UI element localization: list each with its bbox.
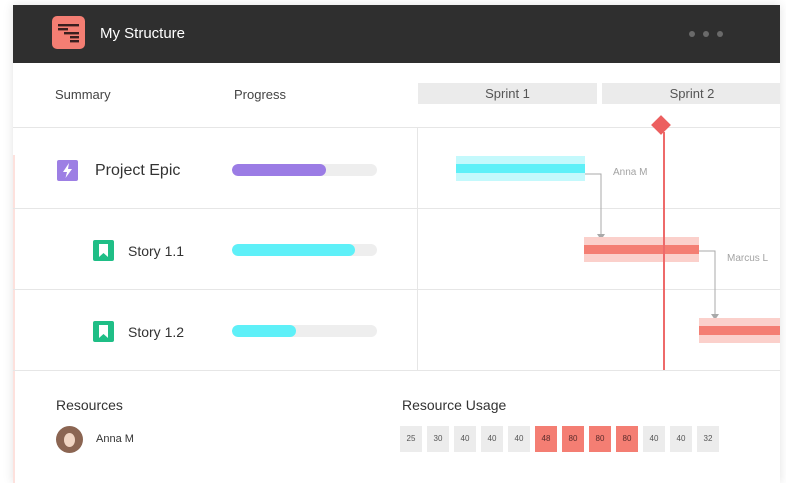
usage-cell: 80 bbox=[589, 426, 611, 452]
resource-name[interactable]: Anna M bbox=[96, 433, 134, 445]
usage-cell: 32 bbox=[697, 426, 719, 452]
usage-cell: 40 bbox=[481, 426, 503, 452]
gantt-bar-project-epic[interactable] bbox=[456, 156, 585, 181]
usage-cell: 48 bbox=[535, 426, 557, 452]
usage-cell: 25 bbox=[400, 426, 422, 452]
gantt-bar-story-1-2[interactable] bbox=[699, 318, 780, 343]
usage-cell: 80 bbox=[562, 426, 584, 452]
usage-cell: 40 bbox=[643, 426, 665, 452]
resource-usage-title: Resource Usage bbox=[402, 397, 507, 413]
resource-usage-cells: 25 30 40 40 40 48 80 80 80 40 40 32 bbox=[400, 426, 724, 452]
resources-title: Resources bbox=[56, 397, 123, 413]
usage-cell: 40 bbox=[670, 426, 692, 452]
usage-cell: 30 bbox=[427, 426, 449, 452]
today-line bbox=[663, 132, 665, 370]
usage-cell: 80 bbox=[616, 426, 638, 452]
usage-cell: 40 bbox=[508, 426, 530, 452]
avatar[interactable] bbox=[56, 426, 83, 453]
gantt-bar-story-1-1[interactable] bbox=[584, 237, 699, 262]
assignee-label: Anna M bbox=[613, 167, 648, 178]
app-window: My Structure Summary Progress Sprint 1 S… bbox=[13, 5, 780, 483]
assignee-label: Marcus L bbox=[727, 253, 769, 264]
usage-cell: 40 bbox=[454, 426, 476, 452]
